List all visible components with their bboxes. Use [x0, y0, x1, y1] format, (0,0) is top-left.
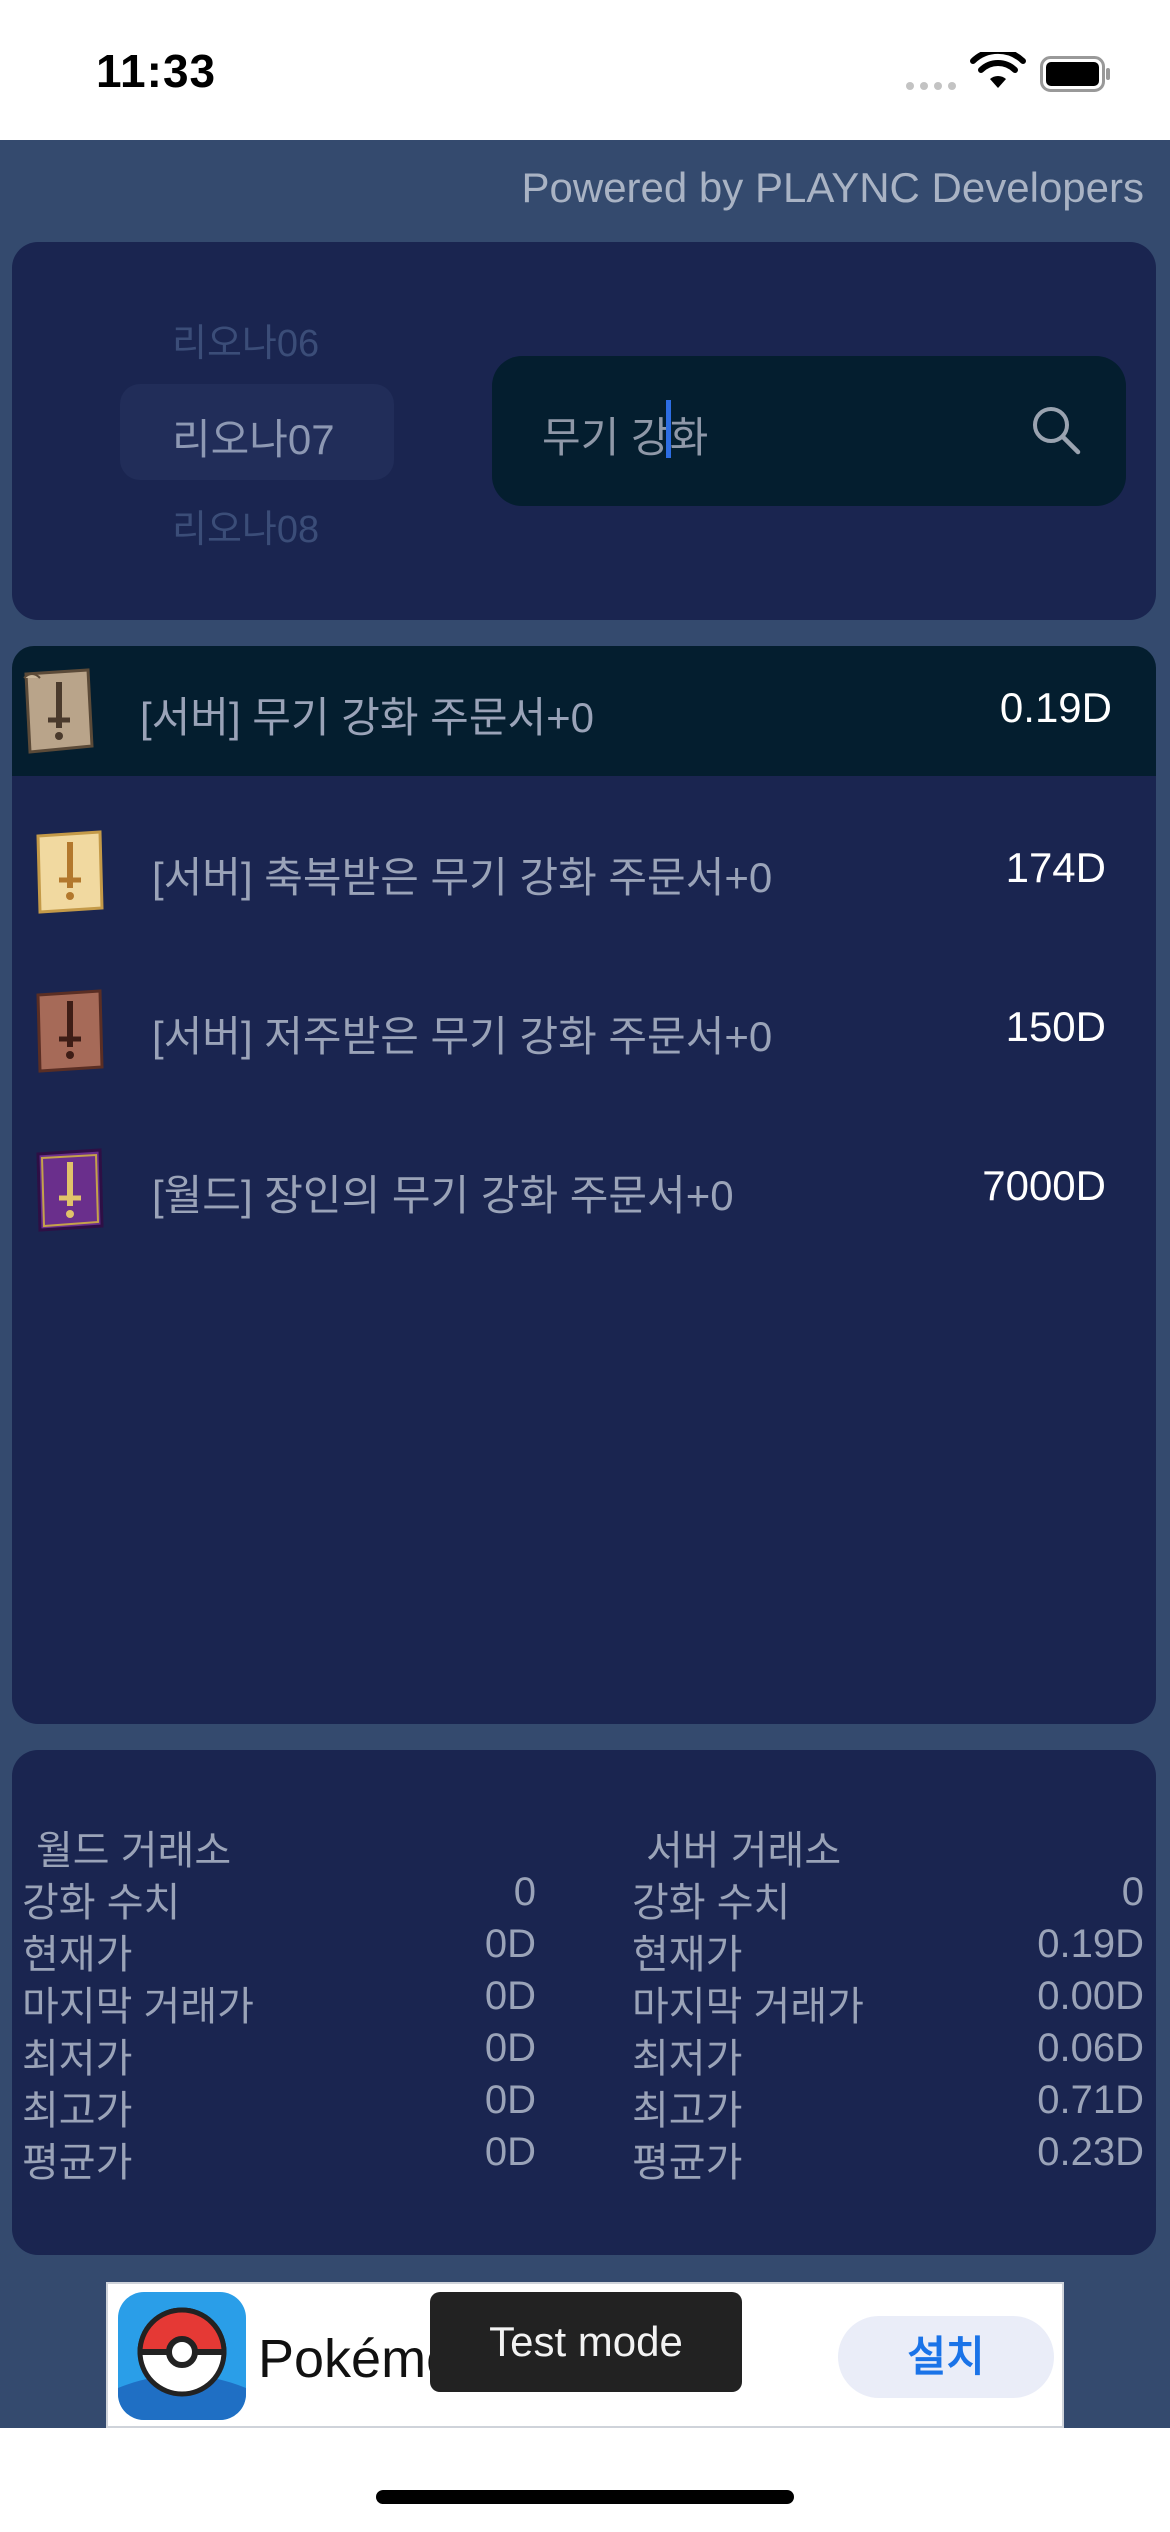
status-bar: 11:33: [0, 0, 1170, 140]
item-name: [서버] 무기 강화 주문서+0: [140, 694, 594, 741]
cellular-signal-icon: [906, 82, 956, 90]
list-item[interactable]: [월드] 장인의 무기 강화 주문서+0 7000D: [12, 1124, 1156, 1254]
server-picker-selected[interactable]: 리오나07: [172, 406, 335, 467]
server-exchange-heading: 서버 거래소: [646, 1829, 842, 1873]
pokemon-go-app-icon: [118, 2292, 246, 2420]
stat-row-average-price: 평균가 0D: [22, 2130, 536, 2185]
stat-row-average-price: 평균가 0.23D: [632, 2130, 1144, 2185]
stat-row-lowest-price: 최저가 0D: [22, 2026, 536, 2081]
stat-row-lowest-price: 최저가 0.06D: [632, 2026, 1144, 2081]
artisan-weapon-scroll-icon: [36, 1148, 104, 1232]
weapon-scroll-icon: [23, 668, 94, 754]
stat-row-last-trade-price: 마지막 거래가 0D: [22, 1974, 536, 2029]
item-price: 7000D: [982, 1162, 1106, 1209]
text-cursor: [666, 400, 671, 458]
list-item[interactable]: [서버] 저주받은 무기 강화 주문서+0 150D: [12, 965, 1156, 1095]
install-button[interactable]: 설치: [838, 2316, 1054, 2398]
home-indicator[interactable]: [376, 2490, 794, 2504]
item-price: 174D: [1005, 844, 1106, 891]
server-picker-option-below[interactable]: 리오나08: [172, 498, 319, 553]
stat-row-last-trade-price: 마지막 거래가 0.00D: [632, 1974, 1144, 2029]
item-name: [서버] 축복받은 무기 강화 주문서+0: [152, 854, 773, 901]
stat-row-highest-price: 최고가 0D: [22, 2078, 536, 2133]
list-item[interactable]: [서버] 무기 강화 주문서+0 0.19D: [12, 646, 1156, 776]
item-name: [월드] 장인의 무기 강화 주문서+0: [152, 1172, 734, 1219]
list-item[interactable]: [서버] 축복받은 무기 강화 주문서+0 174D: [12, 806, 1156, 936]
search-input[interactable]: 무기 강화: [492, 356, 1126, 506]
wifi-icon: [970, 52, 1026, 88]
search-input-value: 무기 강화: [542, 414, 709, 461]
home-indicator-area: [0, 2428, 1170, 2532]
stat-row-highest-price: 최고가 0.71D: [632, 2078, 1144, 2133]
test-mode-badge: Test mode: [430, 2292, 742, 2392]
status-time: 11:33: [96, 45, 217, 97]
stat-row-enhance-level: 강화 수치 0: [632, 1870, 1144, 1925]
stat-row-enhance-level: 강화 수치 0: [22, 1870, 536, 1925]
ad-title: Pokémo: [258, 2329, 457, 2389]
world-exchange-heading: 월드 거래소: [36, 1829, 232, 1873]
powered-by-label: Powered by PLAYNC Developers: [521, 164, 1144, 211]
battery-icon: [1040, 56, 1110, 92]
server-picker-option-above[interactable]: 리오나06: [172, 312, 319, 367]
cursed-weapon-scroll-icon: [36, 989, 104, 1073]
item-price: 150D: [1005, 1003, 1106, 1050]
stat-row-current-price: 현재가 0.19D: [632, 1922, 1144, 1977]
blessed-weapon-scroll-icon: [36, 830, 104, 914]
stat-row-current-price: 현재가 0D: [22, 1922, 536, 1977]
item-name: [서버] 저주받은 무기 강화 주문서+0: [152, 1013, 773, 1060]
item-price: 0.19D: [999, 684, 1112, 731]
search-icon[interactable]: [1028, 402, 1084, 458]
